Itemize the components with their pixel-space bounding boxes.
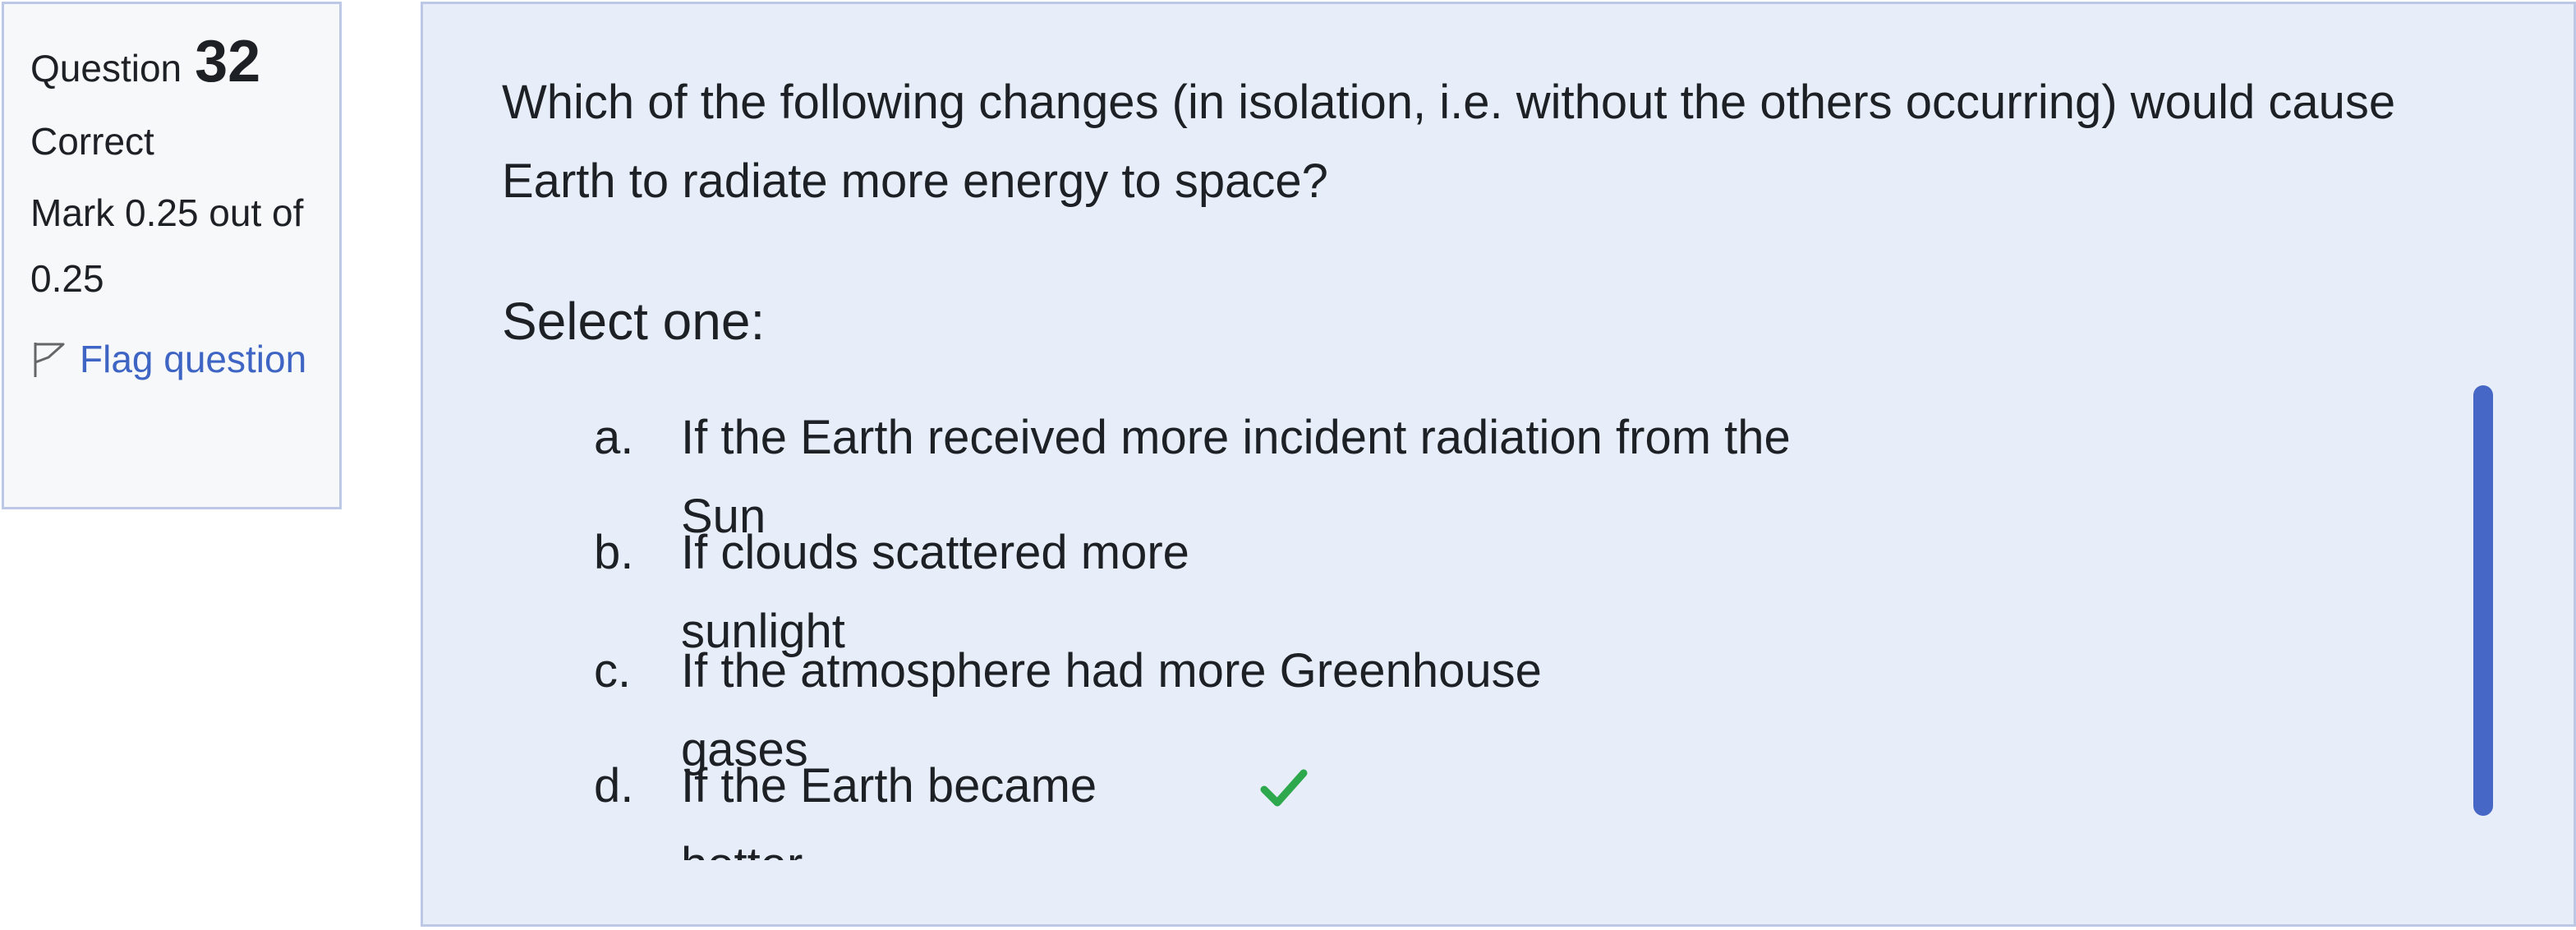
answer-letter: c.: [594, 644, 632, 698]
question-content: Which of the following changes (in isola…: [421, 2, 2576, 927]
question-number-heading: Question 32: [30, 32, 315, 91]
question-text: Which of the following changes (in isola…: [502, 76, 2396, 208]
question-label: Question: [30, 47, 182, 90]
question-number: 32: [195, 29, 261, 94]
flag-question-label[interactable]: Flag question: [80, 338, 306, 380]
question-grade: Mark 0.25 out of 0.25: [30, 191, 304, 300]
scrollbar[interactable]: [2473, 385, 2493, 816]
question-info-panel: Question 32 Correct Mark 0.25 out of 0.2…: [2, 2, 342, 509]
question-state: Correct: [30, 120, 154, 163]
flag-question-link[interactable]: Flag question: [30, 328, 315, 390]
answer-list: a. If the Earth received more incident r…: [423, 390, 2576, 860]
answer-text[interactable]: If the Earth became hotter: [681, 747, 1174, 860]
flag-icon: [34, 343, 65, 377]
answer-prompt: Select one:: [502, 292, 766, 351]
answer-letter: a.: [594, 411, 634, 464]
answer-letter: b.: [594, 526, 634, 579]
answer-letter: d.: [594, 759, 634, 813]
checkmark-icon: [1260, 769, 1308, 807]
